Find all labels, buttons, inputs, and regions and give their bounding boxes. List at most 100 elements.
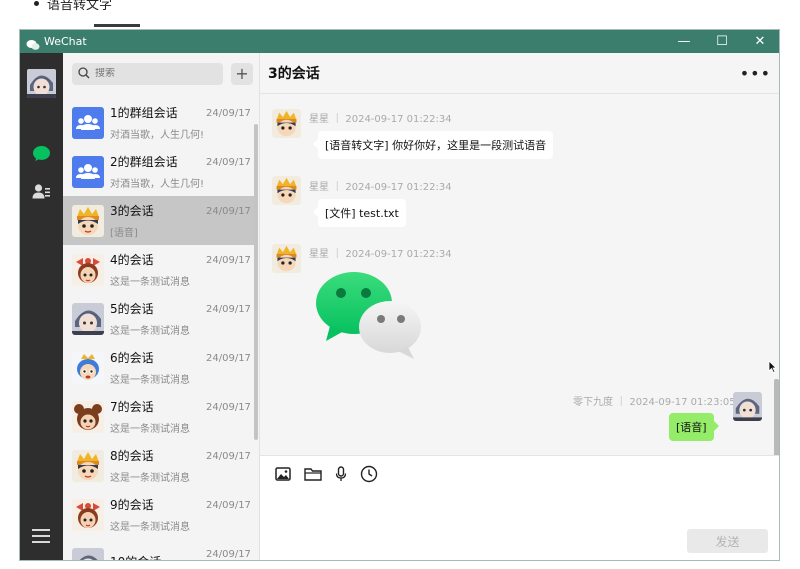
doc-rule bbox=[94, 24, 140, 27]
conversation-item[interactable]: 5的会话 这是一条测试消息 24/09/17 bbox=[63, 294, 254, 343]
conversation-date: 24/09/17 bbox=[206, 402, 251, 413]
conversation-date: 24/09/17 bbox=[206, 549, 251, 560]
conversation-preview: 这是一条测试消息 bbox=[110, 473, 190, 484]
wechat-logo-image[interactable] bbox=[316, 271, 426, 365]
avatar bbox=[72, 400, 104, 433]
conversation-preview: 这是一条测试消息 bbox=[110, 326, 190, 337]
avatar bbox=[72, 498, 104, 531]
minimize-button[interactable]: — bbox=[665, 30, 703, 53]
more-options-icon[interactable]: ••• bbox=[740, 64, 771, 83]
conversation-name: 10的会话 bbox=[110, 553, 210, 561]
conversation-item[interactable]: 8的会话 这是一条测试消息 24/09/17 bbox=[63, 441, 254, 490]
conversation-date: 24/09/17 bbox=[206, 157, 251, 168]
folder-icon[interactable] bbox=[304, 467, 322, 481]
message-meta: 星星 ｜ 2024-09-17 01:22:34 bbox=[309, 114, 452, 125]
my-avatar bbox=[733, 392, 762, 421]
add-button[interactable]: + bbox=[231, 62, 253, 85]
file-message-bubble[interactable]: [文件] test.txt bbox=[313, 199, 406, 227]
conversation-preview: 对酒当歌，人生几何! bbox=[110, 179, 205, 190]
conversation-preview: 这是一条测试消息 bbox=[110, 277, 190, 288]
avatar bbox=[72, 253, 104, 286]
search-box[interactable] bbox=[72, 62, 223, 85]
conversation-list-scrollbar[interactable] bbox=[254, 124, 258, 440]
send-button[interactable]: 发送 bbox=[687, 529, 768, 553]
composer: 发送 bbox=[260, 455, 779, 560]
conversation-preview: 这是一条测试消息 bbox=[110, 375, 190, 386]
avatar bbox=[72, 302, 104, 335]
message-sender: 星星 bbox=[309, 114, 329, 125]
conversation-date: 24/09/17 bbox=[206, 206, 251, 217]
doc-bullet-item: 语音转文字 bbox=[34, 0, 112, 13]
wechat-logo-icon bbox=[26, 36, 40, 50]
bullet-dot bbox=[34, 1, 39, 6]
conversation-name: 5的会话 bbox=[110, 302, 154, 316]
history-clock-icon[interactable] bbox=[360, 465, 378, 483]
conversation-preview: 这是一条测试消息 bbox=[110, 424, 190, 435]
conversation-item[interactable]: 10的会话 24/09/17 bbox=[63, 539, 254, 561]
conversation-item[interactable]: 6的会话 这是一条测试消息 24/09/17 bbox=[63, 343, 254, 392]
message-bubble[interactable]: [语音转文字] 你好你好，这里是一段测试语音 bbox=[312, 131, 554, 159]
conversation-item[interactable]: 1的群组会话 对酒当歌，人生几何! 24/09/17 bbox=[63, 98, 254, 147]
message-time: 2024-09-17 01:22:34 bbox=[345, 182, 452, 193]
conversation-name: 3的会话 bbox=[110, 204, 154, 218]
microphone-icon[interactable] bbox=[335, 466, 347, 482]
conversation-name: 4的会话 bbox=[110, 253, 154, 267]
conversation-item[interactable]: 9的会话 这是一条测试消息 24/09/17 bbox=[63, 490, 254, 539]
message-meta: 星星 ｜ 2024-09-17 01:22:34 bbox=[309, 182, 452, 193]
voice-message-bubble[interactable]: [语音] bbox=[669, 413, 719, 441]
group-avatar-icon bbox=[72, 155, 104, 188]
wechat-window: WeChat — ☐ ✕ 搜索 + 1的群组会话 对酒当歌，人生几何! 24/0… bbox=[19, 29, 780, 561]
contacts-icon[interactable] bbox=[32, 183, 51, 204]
conversation-name: 6的会话 bbox=[110, 351, 154, 365]
doc-bullet-text: 语音转文字 bbox=[47, 0, 113, 13]
conversation-preview: 这是一条测试消息 bbox=[110, 522, 190, 533]
conversation-item-active[interactable]: 3的会话 [语音] 24/09/17 bbox=[63, 196, 254, 245]
conversation-date: 24/09/17 bbox=[206, 500, 251, 511]
close-button[interactable]: ✕ bbox=[741, 30, 779, 53]
conversation-list: + 1的群组会话 对酒当歌，人生几何! 24/09/17 bbox=[63, 53, 260, 561]
window-title: WeChat bbox=[44, 35, 87, 48]
avatar bbox=[72, 351, 104, 384]
my-avatar[interactable] bbox=[27, 69, 56, 98]
conversation-date: 24/09/17 bbox=[206, 304, 251, 315]
message-meta: 零下九度 ｜ 2024-09-17 01:23:05 bbox=[573, 397, 736, 408]
search-input[interactable] bbox=[95, 68, 215, 79]
chat-icon[interactable] bbox=[32, 145, 51, 166]
menu-icon[interactable] bbox=[32, 529, 50, 547]
message-sender: 星星 bbox=[309, 182, 329, 193]
conversation-date: 24/09/17 bbox=[206, 353, 251, 364]
conversation-date: 24/09/17 bbox=[206, 255, 251, 266]
avatar bbox=[272, 109, 301, 138]
conversation-date: 24/09/17 bbox=[206, 108, 251, 119]
conversation-name: 2的群组会话 bbox=[110, 155, 178, 169]
conversation-name: 9的会话 bbox=[110, 498, 154, 512]
search-icon bbox=[78, 64, 90, 83]
mouse-cursor-icon bbox=[768, 358, 777, 377]
conversation-item[interactable]: 4的会话 这是一条测试消息 24/09/17 bbox=[63, 245, 254, 294]
message-sender: 零下九度 bbox=[573, 397, 613, 408]
avatar bbox=[72, 204, 104, 237]
search-row: + bbox=[63, 53, 259, 94]
conversation-name: 1的群组会话 bbox=[110, 106, 178, 120]
conversation-preview: 对酒当歌，人生几何! bbox=[110, 130, 205, 141]
avatar bbox=[272, 176, 301, 205]
conversation-name: 7的会话 bbox=[110, 400, 154, 414]
conversation-preview: [语音] bbox=[110, 228, 138, 239]
message-time: 2024-09-17 01:22:34 bbox=[345, 249, 452, 260]
nav-sidebar bbox=[20, 53, 63, 560]
conversation-name: 8的会话 bbox=[110, 449, 154, 463]
maximize-button[interactable]: ☐ bbox=[703, 30, 741, 53]
message-list[interactable]: 星星 ｜ 2024-09-17 01:22:34 [语音转文字] 你好你好，这里… bbox=[260, 95, 779, 494]
message-time: 2024-09-17 01:22:34 bbox=[345, 114, 452, 125]
avatar bbox=[72, 547, 104, 560]
conversation-date: 24/09/17 bbox=[206, 451, 251, 462]
conversation-item[interactable]: 7的会话 这是一条测试消息 24/09/17 bbox=[63, 392, 254, 441]
chat-title: 3的会话 bbox=[268, 66, 320, 82]
avatar bbox=[272, 244, 301, 273]
group-avatar-icon bbox=[72, 106, 104, 139]
chat-panel: 3的会话 ••• 星星 ｜ 2024-09-17 01:22:34 [语音转文字… bbox=[260, 53, 779, 560]
conversation-item[interactable]: 2的群组会话 对酒当歌，人生几何! 24/09/17 bbox=[63, 147, 254, 196]
title-bar[interactable]: WeChat — ☐ ✕ bbox=[20, 30, 779, 53]
message-time: 2024-09-17 01:23:05 bbox=[629, 397, 736, 408]
image-icon[interactable] bbox=[275, 467, 291, 481]
